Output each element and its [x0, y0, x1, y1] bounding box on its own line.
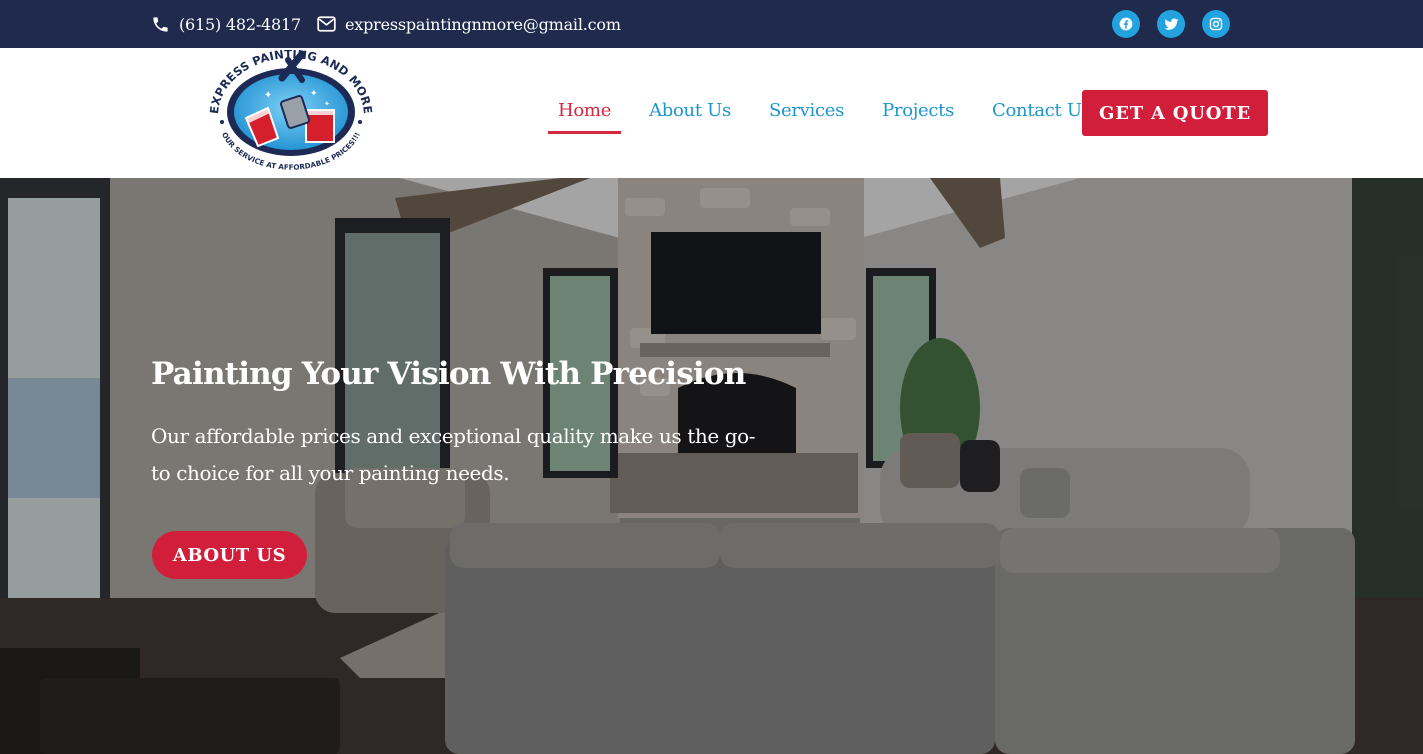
svg-text:✦: ✦	[310, 89, 318, 99]
phone-icon	[153, 16, 168, 32]
envelope-icon	[317, 16, 336, 32]
hero-section: Painting Your Vision With Precision Our …	[0, 178, 1423, 754]
nav-home[interactable]: Home	[548, 88, 622, 134]
facebook-link[interactable]	[1112, 10, 1140, 38]
svg-text:✦: ✦	[264, 90, 272, 101]
phone-link[interactable]: (615) 482-4817	[151, 15, 301, 34]
hero-title: Painting Your Vision With Precision	[151, 356, 746, 392]
twitter-link[interactable]	[1157, 10, 1185, 38]
social-links	[1112, 10, 1247, 38]
phone-number: (615) 482-4817	[179, 14, 301, 34]
email-address: expresspaintingnmore@gmail.com	[344, 14, 621, 34]
get-a-quote-button[interactable]: GET A QUOTE	[1082, 90, 1268, 136]
logo-graphic: ✦ ✦ ✦ EXPRESS PAINTING AND MORE OUR SERV…	[207, 47, 375, 172]
hero-subtitle: Our affordable prices and exceptional qu…	[151, 424, 756, 485]
main-nav: Home About Us Services Projects Contact …	[548, 88, 1129, 134]
nav-about-us[interactable]: About Us	[649, 88, 731, 134]
top-bar: (615) 482-4817 expresspaintingnmore@gmai…	[0, 0, 1423, 48]
svg-text:✦: ✦	[324, 100, 330, 108]
nav-contact-us[interactable]: Contact Us	[992, 88, 1091, 134]
instagram-icon	[1209, 17, 1223, 31]
facebook-icon	[1119, 17, 1133, 31]
nav-services[interactable]: Services	[769, 88, 844, 134]
contact-info: (615) 482-4817 expresspaintingnmore@gmai…	[151, 0, 637, 48]
site-logo[interactable]: ✦ ✦ ✦ EXPRESS PAINTING AND MORE OUR SERV…	[206, 47, 376, 176]
email-link[interactable]: expresspaintingnmore@gmail.com	[317, 15, 621, 34]
nav-projects[interactable]: Projects	[882, 88, 954, 134]
about-us-button[interactable]: ABOUT US	[152, 531, 307, 579]
twitter-icon	[1163, 17, 1178, 30]
site-header: ✦ ✦ ✦ EXPRESS PAINTING AND MORE OUR SERV…	[0, 47, 1423, 178]
instagram-link[interactable]	[1202, 10, 1230, 38]
